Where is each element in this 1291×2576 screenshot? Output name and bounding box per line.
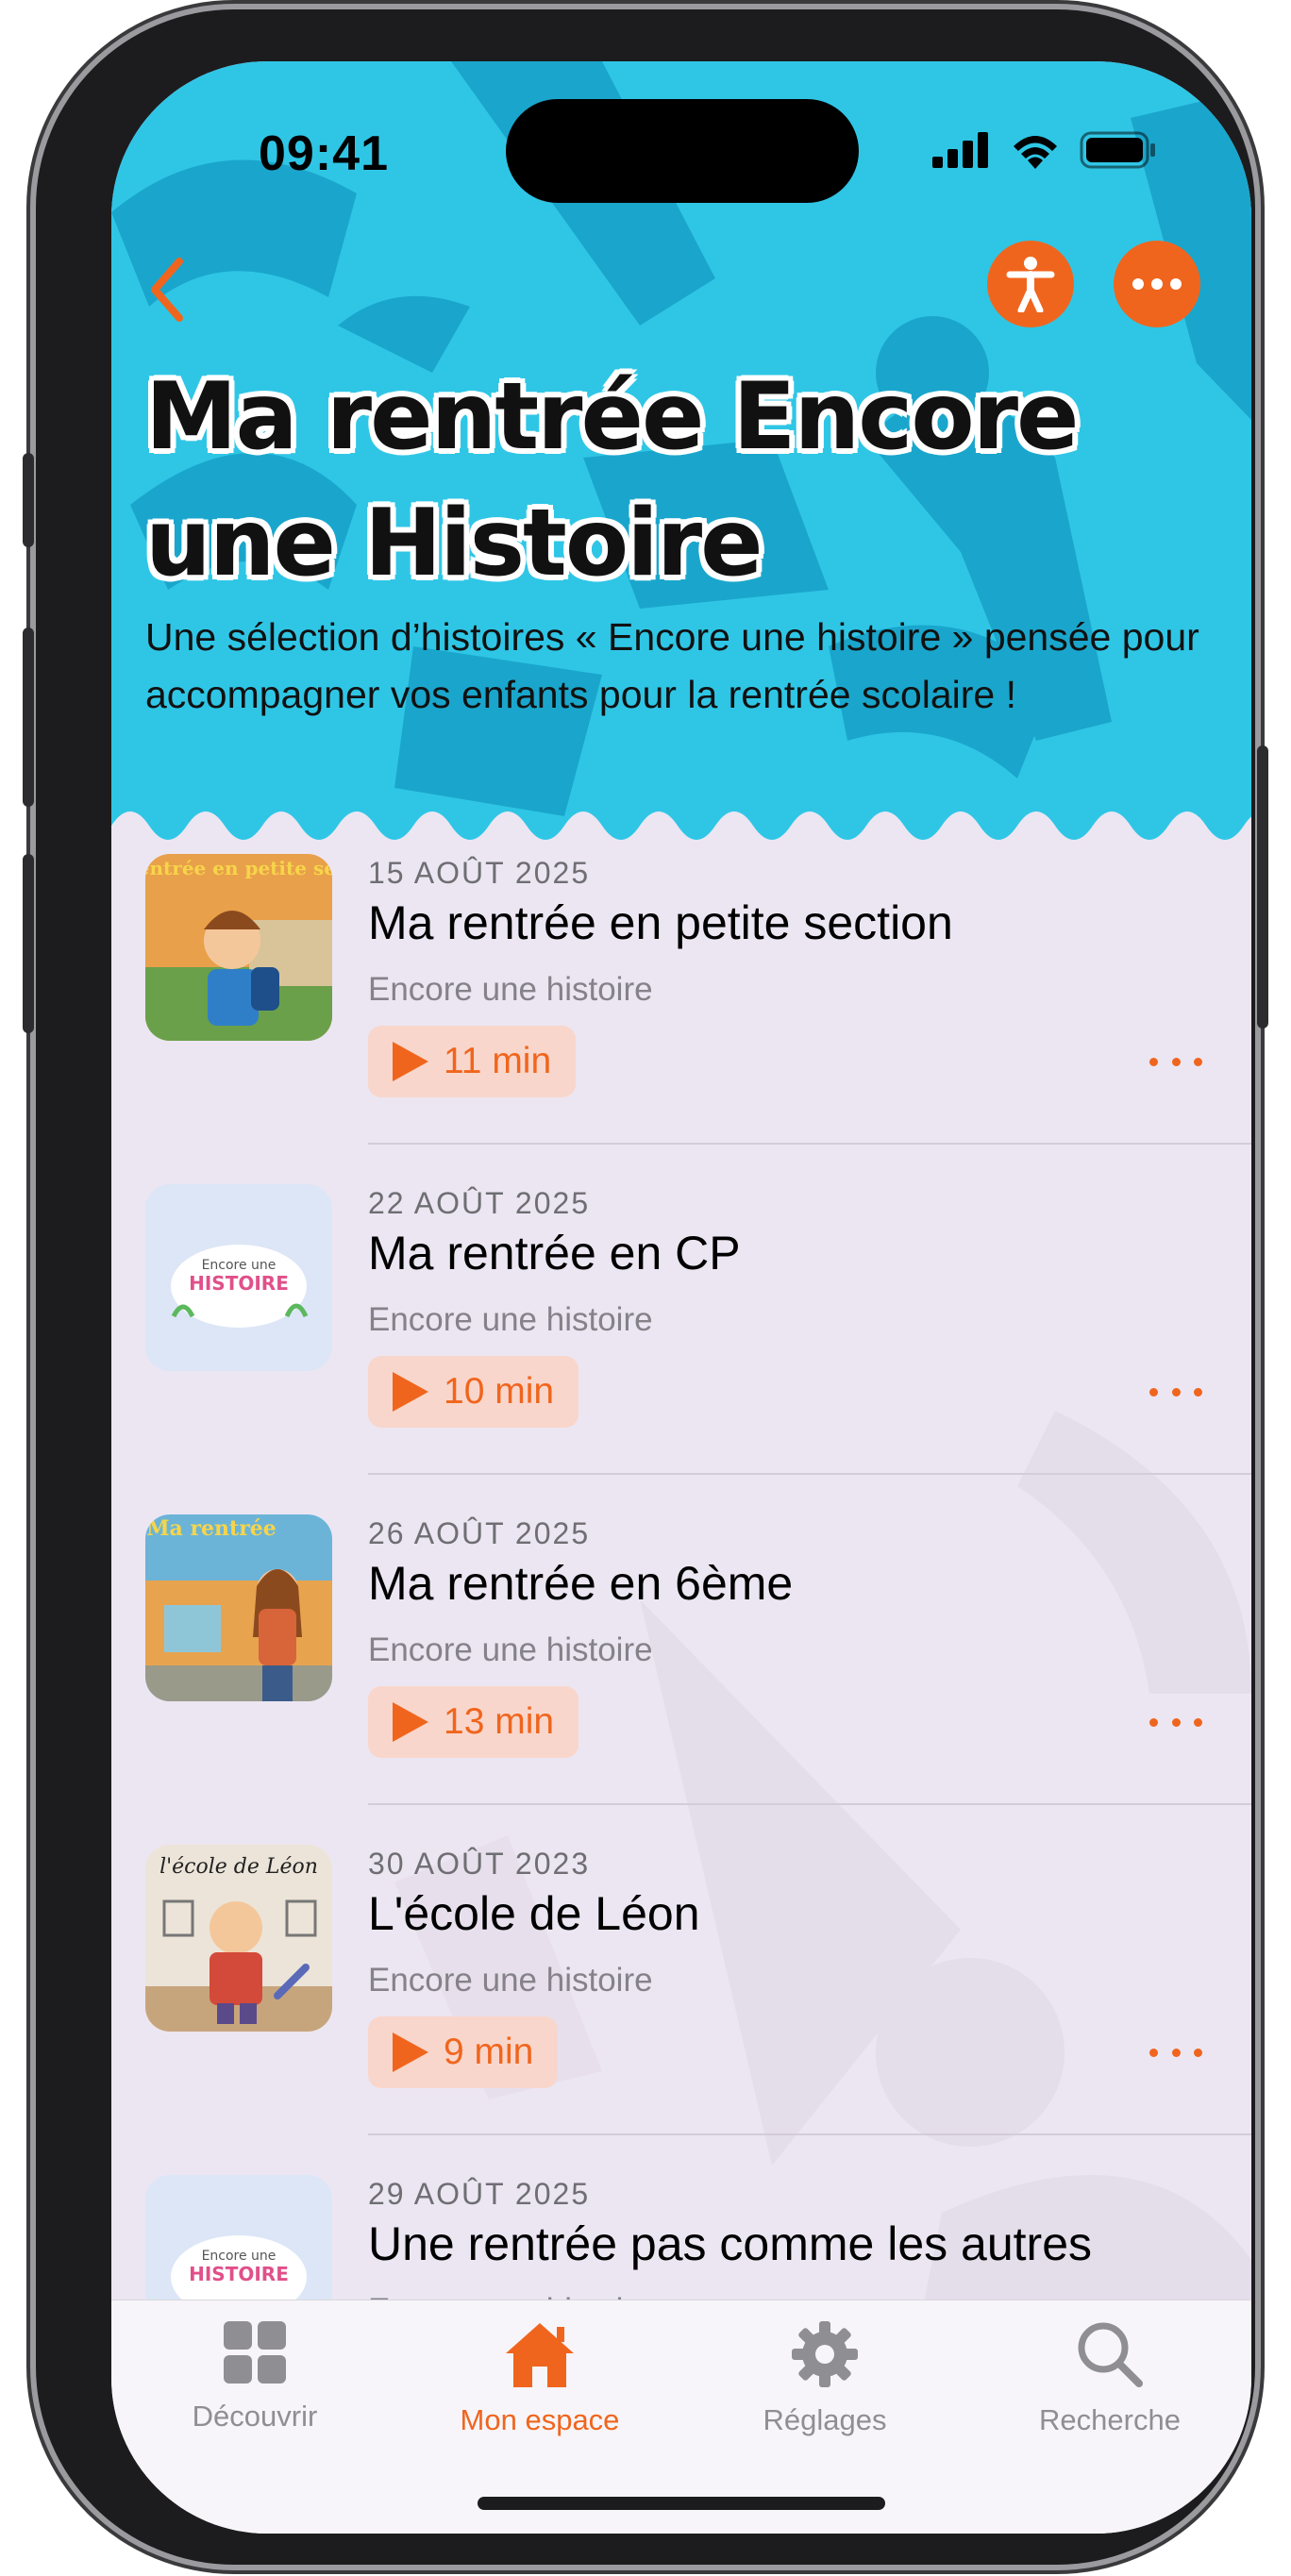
more-icon <box>1132 278 1182 290</box>
page-description: Une sélection d’histoires « Encore une h… <box>145 615 1199 716</box>
episode-podcast: Encore une histoire <box>368 971 653 1008</box>
episode-duration: 9 min <box>444 2032 534 2072</box>
phone-frame: 09:41 Ma rentrée Encore une Histoire Une… <box>23 9 1268 2565</box>
tab-search[interactable]: Recherche <box>978 2319 1242 2437</box>
svg-text:HISTOIRE: HISTOIRE <box>189 2263 289 2285</box>
episode-podcast: Encore une histoire <box>368 1631 653 1668</box>
collection-header: 09:41 Ma rentrée Encore une Histoire Une… <box>111 61 1251 845</box>
episode-date: 22 AOÛT 2025 <box>368 1186 591 1220</box>
more-options-button[interactable] <box>1114 241 1200 327</box>
home-icon <box>506 2323 574 2387</box>
volume-up-button <box>23 627 34 807</box>
episode-podcast: Encore une histoire <box>368 1301 653 1338</box>
svg-text:HISTOIRE: HISTOIRE <box>189 1272 289 1295</box>
home-indicator[interactable] <box>478 2497 885 2510</box>
episode-title: L'école de Léon <box>368 1887 700 1940</box>
wifi-icon <box>1014 136 1057 169</box>
episode-duration: 11 min <box>444 1041 552 1081</box>
cellular-signal-icon <box>932 132 988 168</box>
play-button[interactable]: 13 min <box>368 1686 579 1758</box>
episode-title: Ma rentrée en 6ème <box>368 1557 794 1610</box>
episode-thumbnail: Ma rentrée <box>145 1514 332 1701</box>
svg-text:Ma rentrée: Ma rentrée <box>146 1516 277 1541</box>
tab-label: Découvrir <box>192 2400 318 2433</box>
row-divider <box>368 1143 1251 1145</box>
mute-switch <box>23 453 34 547</box>
thumb-text: Ma rentrée en petite section <box>145 857 332 879</box>
episode-duration: 10 min <box>444 1371 555 1412</box>
episode-date: 26 AOÛT 2025 <box>368 1516 591 1550</box>
row-divider <box>368 1803 1251 1805</box>
play-icon <box>393 1702 428 1742</box>
episode-row[interactable]: l'école de Léon 30 AOÛT 2023 L'école de … <box>111 1845 1251 2175</box>
tab-label: Mon espace <box>460 2403 620 2436</box>
wave-divider <box>111 811 1251 845</box>
volume-down-button <box>23 854 34 1033</box>
play-icon <box>393 1372 428 1412</box>
status-icons <box>932 131 1157 169</box>
episode-row[interactable]: Ma rentrée 26 AOÛT 2025 Ma rentrée en 6è… <box>111 1514 1251 1845</box>
play-button[interactable]: 11 min <box>368 1026 577 1097</box>
back-icon <box>151 258 183 322</box>
episode-date: 30 AOÛT 2023 <box>368 1847 591 1881</box>
episode-thumbnail: Ma rentrée en petite section <box>145 854 332 1041</box>
row-divider <box>368 1473 1251 1475</box>
play-icon <box>393 1042 428 1081</box>
power-button <box>1257 745 1268 1029</box>
tab-discover[interactable]: Découvrir <box>123 2319 387 2434</box>
play-icon <box>393 2032 428 2072</box>
row-divider <box>368 2133 1251 2135</box>
svg-text:Encore une: Encore une <box>202 1258 277 1273</box>
accessibility-button[interactable] <box>987 241 1074 327</box>
episode-podcast: Encore une histoire <box>368 1962 653 1999</box>
dynamic-island <box>506 99 859 203</box>
tab-label: Réglages <box>763 2403 887 2436</box>
battery-icon <box>1080 131 1155 169</box>
tab-bar: Découvrir Mon espace Réglages Recherche <box>111 2300 1251 2534</box>
episode-duration: 13 min <box>444 1701 555 1742</box>
episode-more-icon[interactable] <box>1149 2038 1202 2066</box>
episode-more-icon[interactable] <box>1149 1708 1202 1736</box>
episode-title: Une rentrée pas comme les autres <box>368 2217 1093 2270</box>
screen: 09:41 Ma rentrée Encore une Histoire Une… <box>111 61 1251 2534</box>
episode-more-icon[interactable] <box>1149 1047 1202 1076</box>
play-button[interactable]: 10 min <box>368 1356 579 1428</box>
search-icon <box>1078 2322 1143 2387</box>
tab-my-space[interactable]: Mon espace <box>408 2319 672 2437</box>
episode-row[interactable]: Encore une HISTOIRE 22 AOÛT 2025 Ma rent… <box>111 1184 1251 1514</box>
back-button[interactable] <box>130 241 206 335</box>
tab-settings[interactable]: Réglages <box>693 2319 957 2437</box>
svg-text:l'école de Léon: l'école de Léon <box>159 1855 318 1879</box>
episode-row[interactable]: Ma rentrée en petite section 15 AOÛT 202… <box>111 854 1251 1184</box>
play-button[interactable]: 9 min <box>368 2016 559 2088</box>
grid-icon <box>224 2321 286 2384</box>
episode-date: 15 AOÛT 2025 <box>368 856 591 890</box>
accessibility-icon <box>1006 257 1055 312</box>
episode-thumbnail: l'école de Léon <box>145 1845 332 2032</box>
gear-icon <box>792 2321 858 2387</box>
episode-more-icon[interactable] <box>1149 1378 1202 1406</box>
status-time: 09:41 <box>259 126 389 181</box>
episode-title: Ma rentrée en CP <box>368 1227 741 1280</box>
page-title: Ma rentrée Encore une Histoire <box>145 363 1080 597</box>
svg-text:Encore une: Encore une <box>202 2249 277 2264</box>
episode-thumbnail: Encore une HISTOIRE <box>145 1184 332 1371</box>
tab-label: Recherche <box>1039 2403 1181 2436</box>
episode-title: Ma rentrée en petite section <box>368 896 953 949</box>
episode-date: 29 AOÛT 2025 <box>368 2177 591 2211</box>
